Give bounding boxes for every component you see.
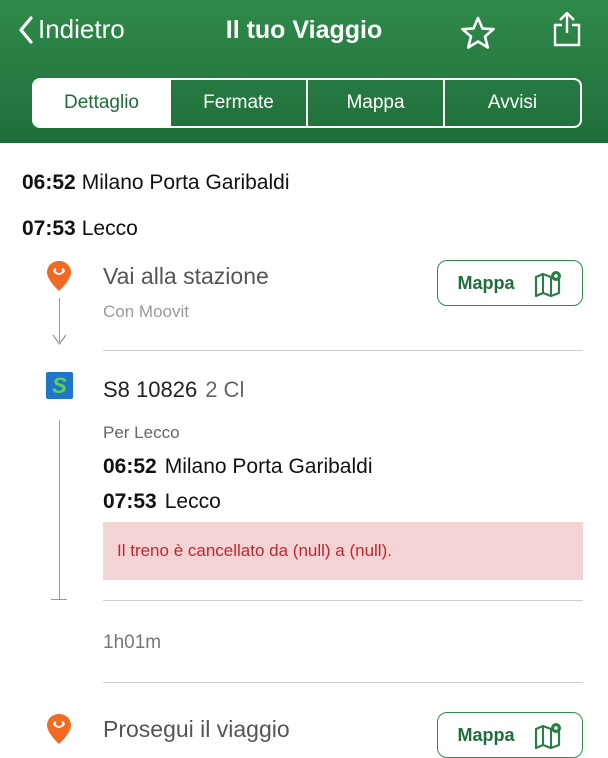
departure-station: Milano Porta Garibaldi [81,171,290,194]
map-button[interactable]: Mappa [437,712,583,758]
train-arrival-time: 07:53 [103,490,157,513]
tab-fermate[interactable]: Fermate [169,80,306,126]
step-title: Vai alla stazione [103,263,269,289]
train-s-badge-icon: S [46,372,73,399]
divider [103,600,583,601]
divider [103,682,583,683]
train-departure-station: Milano Porta Garibaldi [164,455,373,478]
arrow-down-icon [52,334,67,346]
location-pin-icon [47,714,71,744]
cancellation-alert: Il treno è cancellato da (null) a (null)… [103,522,583,580]
map-button[interactable]: Mappa [437,260,583,306]
share-icon[interactable] [552,10,582,53]
divider [103,350,583,351]
segmented-control: Dettaglio Fermate Mappa Avvisi [32,78,582,128]
arrival-station: Lecco [81,217,138,240]
tab-avvisi[interactable]: Avvisi [443,80,580,126]
tab-dettaglio[interactable]: Dettaglio [34,80,169,126]
map-button-label: Mappa [457,272,515,293]
train-class: 2 Cl [205,377,245,402]
tab-mappa[interactable]: Mappa [306,80,443,126]
location-pin-icon [47,261,71,291]
page-title: Il tuo Viaggio [225,16,383,44]
connector-end-tick [51,599,67,600]
map-pin-icon [534,271,561,297]
arrival-time: 07:53 [22,217,76,240]
nav-header: Indietro Il tuo Viaggio Dettaglio Fermat… [0,0,608,143]
train-arrival-station: Lecco [164,490,221,513]
map-button-label: Mappa [457,724,515,745]
train-departure: 06:52 Milano Porta Garibaldi [103,455,372,479]
step-title: Prosegui il viaggio [103,716,290,742]
journey-departure: 06:52 Milano Porta Garibaldi [22,171,289,195]
map-pin-icon [534,723,561,749]
journey-arrival: 07:53 Lecco [22,217,138,241]
trip-duration: 1h01m [103,632,162,653]
train-departure-time: 06:52 [103,455,157,478]
train-direction: Per Lecco [103,423,180,442]
back-button[interactable]: Indietro [18,14,125,45]
step-subtitle: Con Moovit [103,302,189,321]
train-number: S8 10826 2 Cl [103,377,244,403]
departure-time: 06:52 [22,171,76,194]
train-connector-line [59,420,60,600]
chevron-left-icon [19,15,33,44]
back-label: Indietro [38,14,125,44]
train-number-text: S8 10826 [103,377,198,402]
train-arrival: 07:53 Lecco [103,490,221,514]
star-icon[interactable] [460,16,496,55]
